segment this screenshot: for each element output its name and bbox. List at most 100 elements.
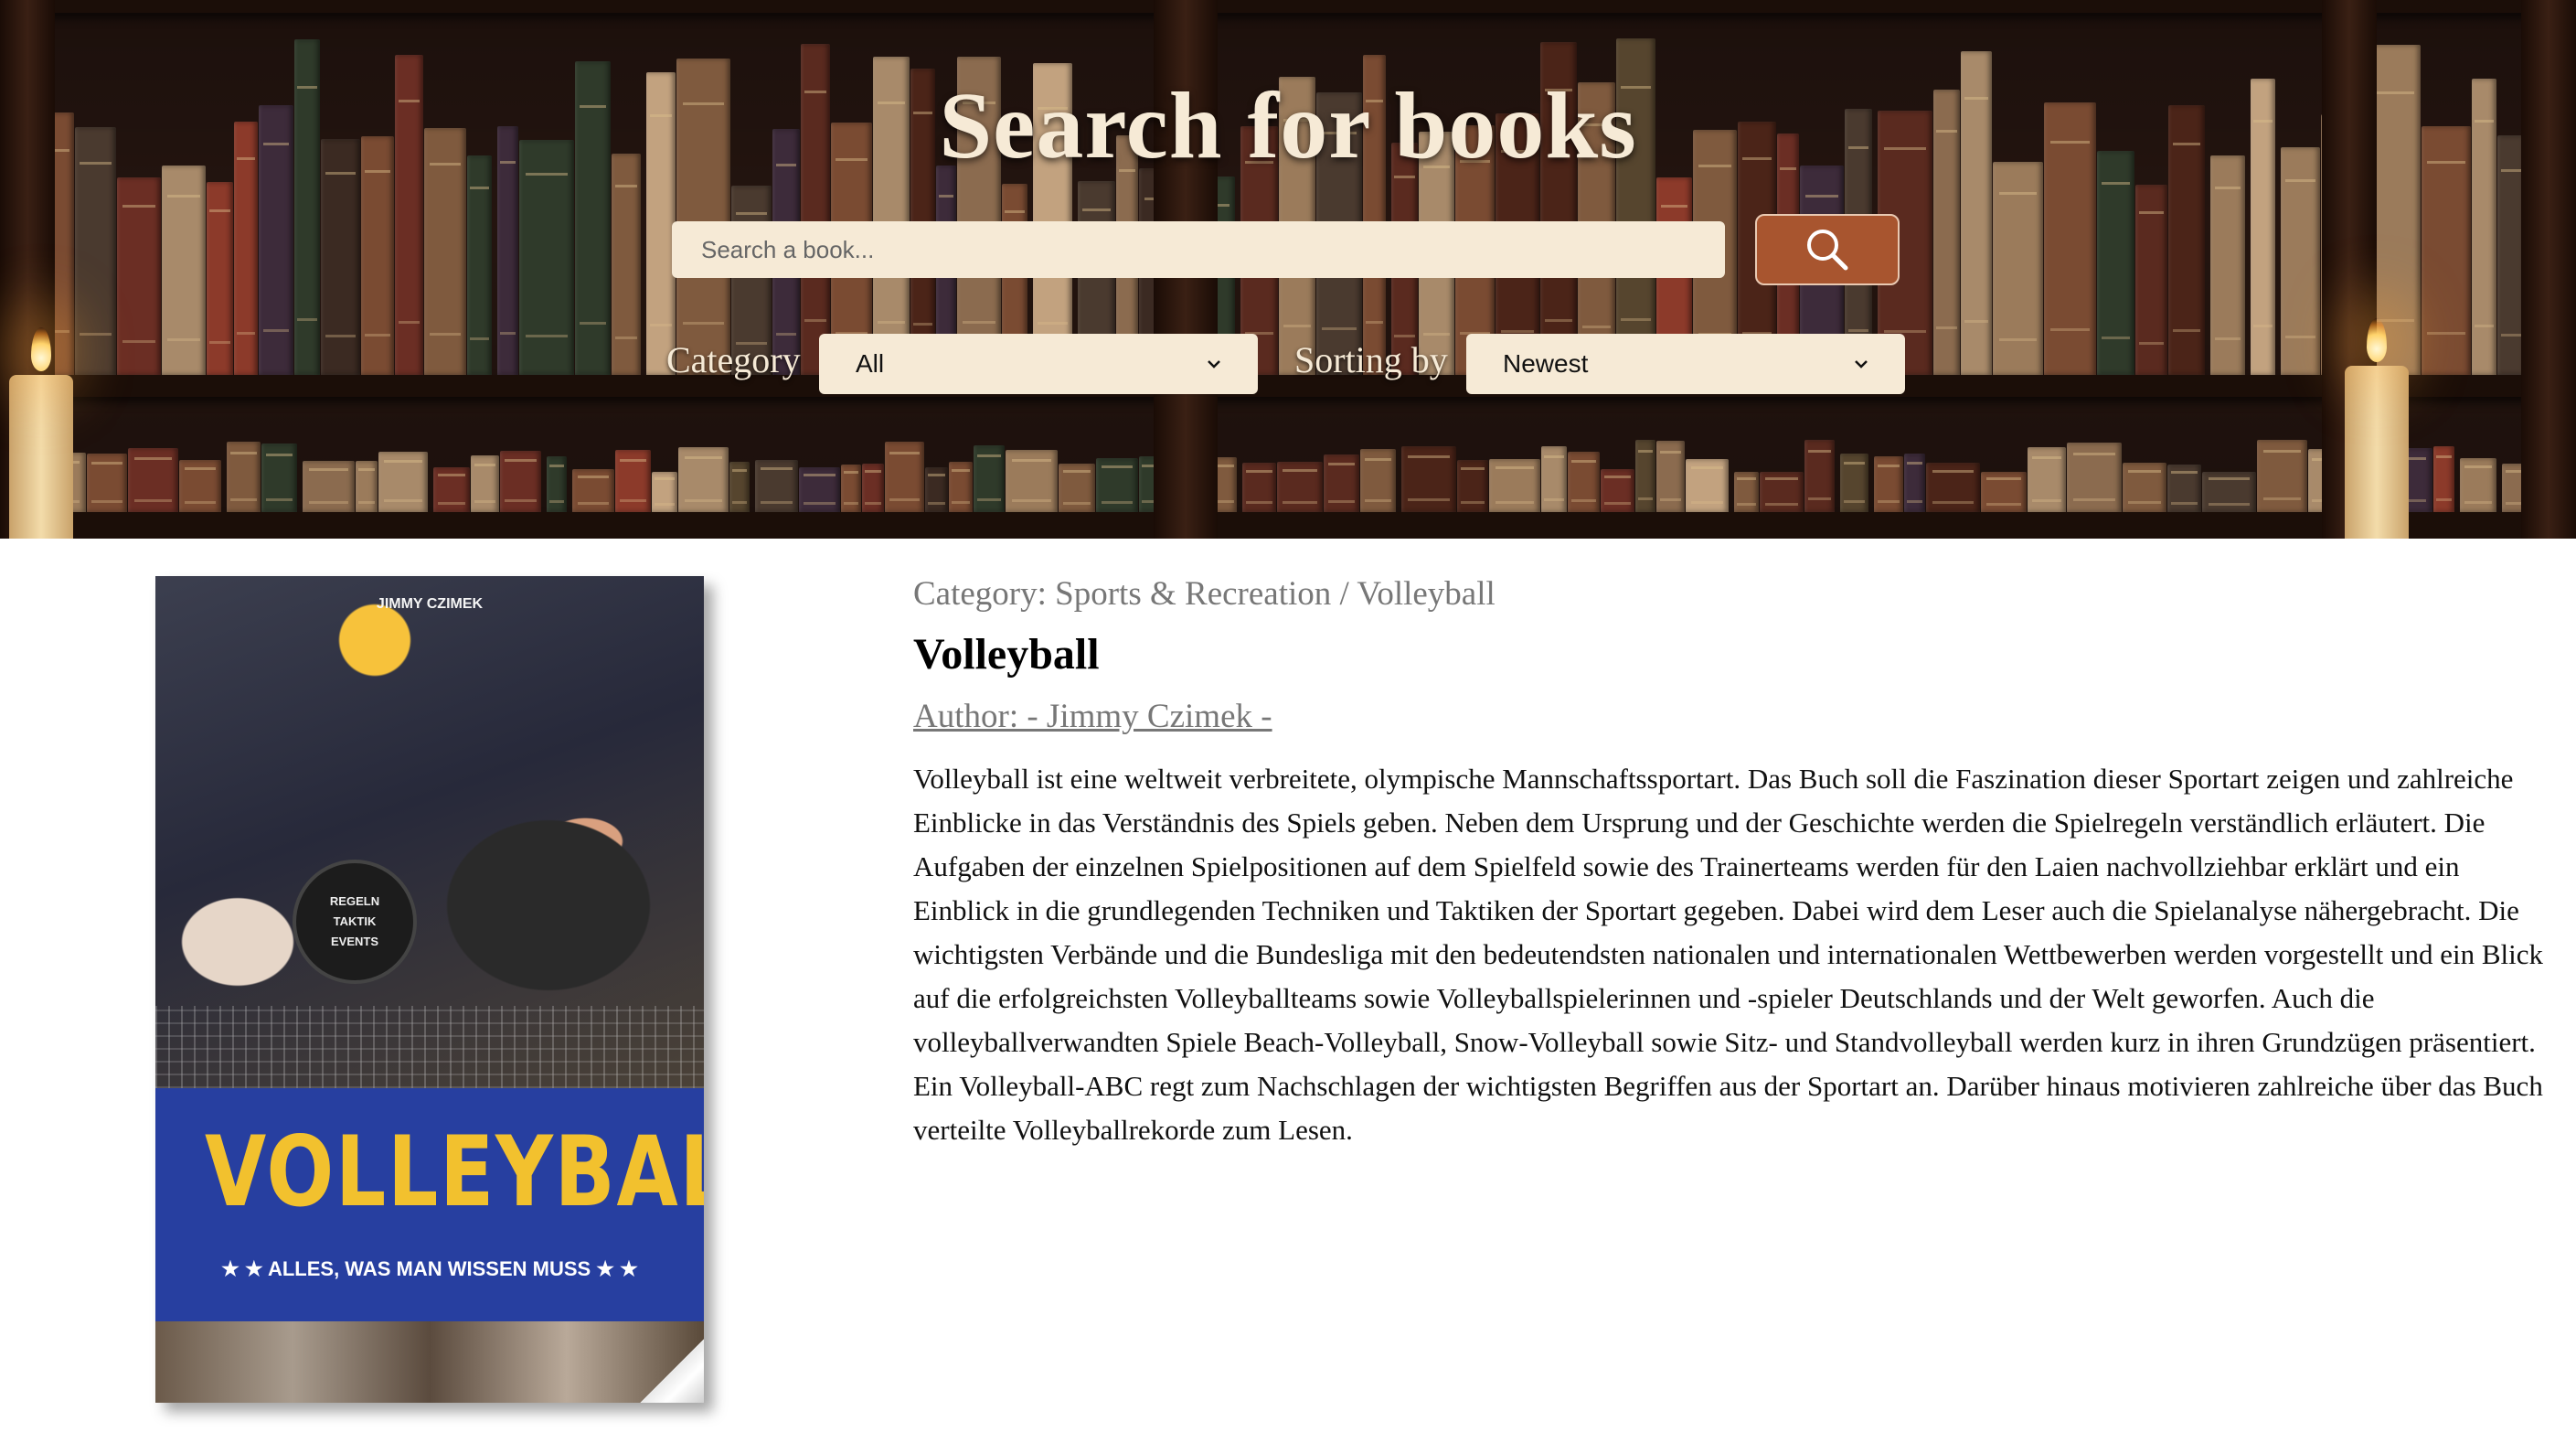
- cover-subtitle: ★ ★ ALLES, WAS MAN WISSEN MUSS ★ ★: [221, 1257, 638, 1280]
- shelf-book: [1277, 462, 1323, 512]
- shelf-book: [2460, 458, 2496, 512]
- cover-badge: REGELN TAKTIK EVENTS: [293, 860, 417, 984]
- shelf-book: [500, 451, 541, 512]
- shelf-book: [2028, 447, 2066, 512]
- shelf-book: [2433, 446, 2454, 512]
- chevron-down-icon: [1208, 360, 1220, 369]
- shelf-book: [1993, 162, 2043, 375]
- shelf-book: [162, 166, 206, 375]
- shelf-book: [1489, 459, 1540, 512]
- shelf-book: [1360, 449, 1396, 512]
- cover-badge-line: REGELN: [329, 894, 380, 908]
- shelf-book: [1601, 469, 1634, 512]
- shelf-book: [1541, 446, 1567, 512]
- shelf-book: [378, 452, 428, 512]
- shelf-book: [1904, 454, 1925, 512]
- book-title: Volleyball: [913, 630, 1100, 679]
- cover-title: VOLLEYBALL: [205, 1116, 704, 1228]
- shelf-book: [1840, 454, 1868, 512]
- shelf-book: [1981, 472, 2027, 512]
- shelf-book: [2097, 151, 2134, 375]
- shelf-book: [2202, 472, 2256, 512]
- shelf-book: [1874, 456, 1903, 512]
- shelf-board: [0, 0, 2576, 13]
- book-cover-image: JIMMY CZIMEK REGELN TAKTIK EVENTS VOLLEY…: [155, 576, 704, 1403]
- shelf-book: [885, 442, 924, 512]
- cover-net: [155, 1006, 704, 1088]
- category-label: Category: [666, 339, 801, 380]
- shelf-book: [2257, 440, 2307, 512]
- shelf-book: [117, 177, 161, 375]
- page-curl: [640, 1339, 704, 1403]
- sorting-label: Sorting by: [1294, 339, 1448, 380]
- shelf-book: [652, 472, 677, 512]
- shelf-book: [1401, 446, 1456, 512]
- shelf-book: [1324, 454, 1359, 512]
- shelf-book: [974, 445, 1005, 512]
- shelf-board: [0, 375, 2576, 397]
- shelf-book: [2210, 155, 2245, 375]
- shelf-book: [729, 462, 750, 512]
- shelf-book: [1734, 472, 1759, 512]
- shelf-book: [1457, 460, 1488, 512]
- cover-author: JIMMY CZIMEK: [376, 596, 484, 612]
- shelf-book: [467, 155, 492, 375]
- shelf-book: [471, 455, 499, 512]
- shelf-book: [128, 448, 178, 512]
- shelf-book: [303, 461, 355, 512]
- shelf-book: [615, 450, 651, 512]
- shelf-book: [1804, 440, 1835, 512]
- candle: [2345, 366, 2409, 539]
- shelf-book: [612, 154, 641, 375]
- shelf-book: [179, 460, 221, 512]
- shelf-book: [1926, 463, 1980, 512]
- shelf-book: [862, 464, 884, 512]
- shelf-board: [0, 512, 2576, 539]
- book-author-link[interactable]: Author: - Jimmy Czimek -: [913, 689, 1272, 744]
- shelf-book: [1686, 459, 1729, 512]
- shelf-book: [433, 467, 470, 512]
- shelf-book: [1059, 464, 1095, 512]
- sorting-select-value: Newest: [1503, 349, 1589, 378]
- shelf-book: [227, 442, 261, 512]
- shelf-book: [547, 456, 567, 512]
- candle: [9, 375, 73, 539]
- shelf-book: [1760, 472, 1804, 512]
- shelf-book: [949, 462, 973, 512]
- cover-badge-line: TAKTIK: [333, 914, 377, 928]
- search-button[interactable]: [1755, 214, 1900, 285]
- shelf-book: [2281, 147, 2320, 375]
- shelf-book: [1006, 450, 1058, 512]
- chevron-down-icon: [1855, 360, 1868, 369]
- shelf-book: [87, 454, 127, 512]
- category-select[interactable]: All: [819, 334, 1258, 394]
- shelf-book: [1096, 458, 1138, 512]
- sorting-select[interactable]: Newest: [1466, 334, 1905, 394]
- shelf-book: [841, 465, 861, 512]
- search-input[interactable]: [672, 221, 1725, 278]
- shelf-book: [2167, 465, 2201, 512]
- shelf-book: [925, 467, 948, 512]
- cover-badge-line: EVENTS: [330, 935, 378, 948]
- cover-bottom-photo: [155, 1321, 704, 1403]
- shelf-book: [2067, 443, 2122, 512]
- shelf-book: [2123, 463, 2166, 512]
- book-description: Volleyball ist eine weltweit verbreitete…: [913, 763, 2543, 1146]
- search-icon: [1807, 230, 1848, 271]
- shelf-book: [1568, 452, 1600, 512]
- shelf-book: [1242, 463, 1276, 512]
- book-details: Category: Sports & Recreation / Volleyba…: [913, 567, 2549, 1152]
- shelf-book: [1656, 441, 1685, 512]
- shelf-book: [572, 469, 614, 512]
- shelf-book: [799, 467, 840, 512]
- shelf-book: [356, 461, 378, 512]
- book-category: Category: Sports & Recreation / Volleyba…: [913, 575, 1496, 613]
- bookshelf-header: Search for books Category All Sorting by…: [0, 0, 2576, 539]
- category-select-value: All: [856, 349, 885, 378]
- shelf-book: [755, 460, 798, 512]
- shelf-book: [1635, 440, 1655, 512]
- shelf-book: [2135, 185, 2167, 375]
- shelf-book: [678, 447, 729, 512]
- shelf-book: [261, 443, 297, 512]
- shelf-book: [207, 182, 233, 375]
